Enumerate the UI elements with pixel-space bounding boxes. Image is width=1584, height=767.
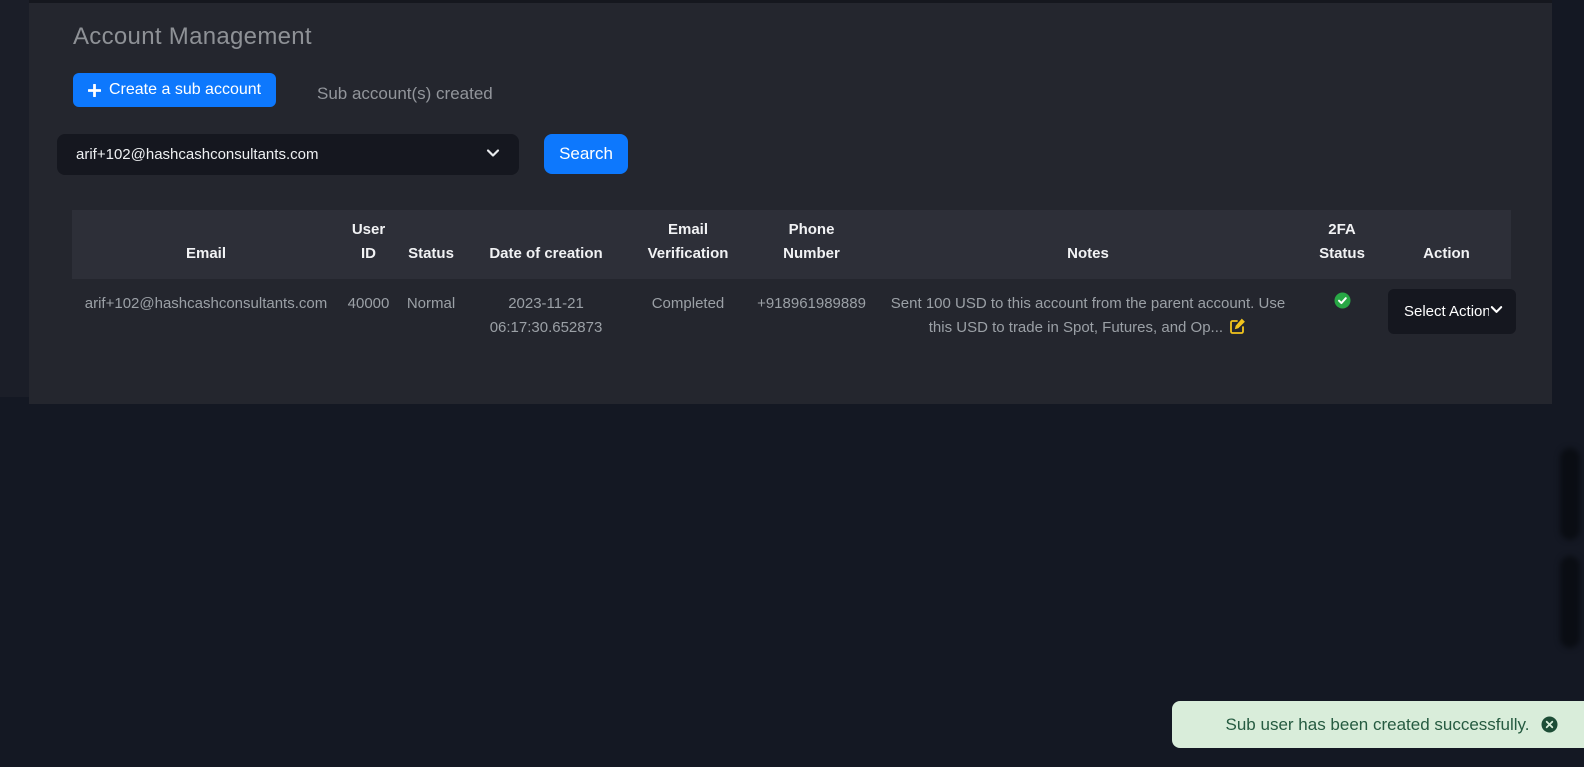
cell-email: arif+102@hashcashconsultants.com [84, 295, 328, 312]
col-header-phone-number: Phone Number [783, 221, 840, 262]
col-header-email-verification: Email Verification [647, 221, 729, 262]
left-gutter [0, 0, 29, 397]
create-sub-account-label: Create a sub account [109, 81, 262, 98]
cell-email-verification: Completed [651, 295, 725, 312]
success-toast: Sub user has been created successfully. [1172, 701, 1584, 748]
col-header-notes: Notes [1067, 245, 1109, 262]
col-header-action: Action [1423, 245, 1470, 262]
cell-date-of-creation: 2023-11-21 06:17:30.652873 [489, 295, 603, 336]
col-header-date-of-creation: Date of creation [489, 245, 603, 262]
col-header-email: Email [185, 245, 227, 262]
sub-accounts-created-caption: Sub account(s) created [317, 84, 493, 103]
page-title: Account Management [73, 23, 312, 50]
cell-phone-number: +918961989889 [757, 295, 866, 312]
chevron-down-icon [1489, 302, 1504, 321]
check-circle-icon [1334, 292, 1351, 313]
cell-user-id: 40000 [347, 295, 390, 312]
cell-status: Normal [406, 295, 456, 312]
account-select-value: arif+102@hashcashconsultants.com [76, 146, 319, 163]
col-header-user-id: User ID [351, 221, 386, 262]
scrollbar-thumb[interactable] [1560, 448, 1580, 540]
search-button[interactable]: Search [544, 134, 628, 174]
scrollbar-thumb[interactable] [1560, 556, 1580, 648]
cell-action: Select Action [1382, 279, 1516, 359]
account-management-card: Account Management Create a sub account … [29, 0, 1552, 404]
cell-2fa-status [1302, 279, 1382, 359]
account-select[interactable]: arif+102@hashcashconsultants.com [57, 134, 519, 175]
cell-notes: Sent 100 USD to this account from the pa… [874, 279, 1302, 359]
table-row: arif+102@hashcashconsultants.com 40000 N… [72, 279, 1516, 359]
create-sub-account-button[interactable]: Create a sub account [73, 73, 277, 107]
toast-message: Sub user has been created successfully. [1225, 714, 1530, 734]
col-header-status: Status [408, 245, 454, 262]
sub-accounts-table: Email User ID Status Date of creation Em… [72, 210, 1516, 359]
close-circle-icon[interactable] [1541, 716, 1558, 733]
col-header-2fa-status: 2FA Status [1319, 221, 1365, 262]
select-action-label: Select Action [1404, 303, 1489, 320]
plus-icon [88, 83, 101, 97]
chevron-down-icon [485, 145, 501, 165]
table-header-row: Email User ID Status Date of creation Em… [72, 210, 1511, 279]
select-action-dropdown[interactable]: Select Action [1388, 289, 1516, 334]
edit-icon[interactable] [1225, 318, 1247, 339]
